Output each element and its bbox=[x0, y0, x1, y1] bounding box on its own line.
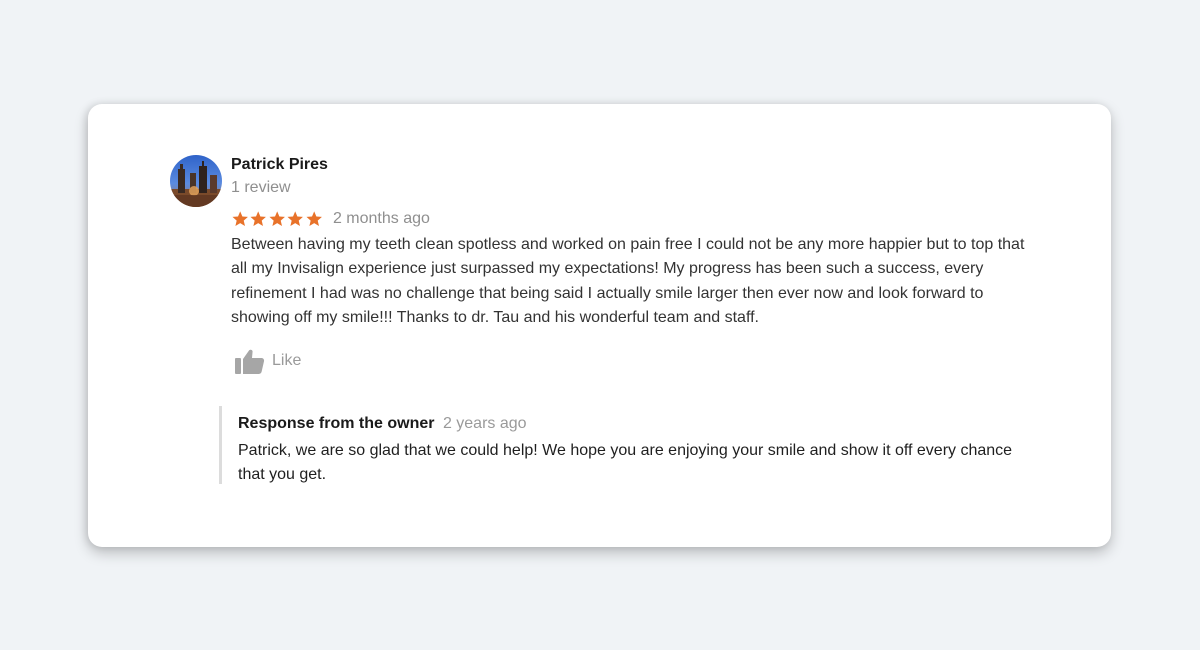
owner-response-text: Patrick, we are so glad that we could he… bbox=[238, 442, 1013, 483]
like-label: Like bbox=[272, 352, 302, 369]
avatar-photo bbox=[170, 155, 222, 207]
owner-response-timestamp: 2 years ago bbox=[442, 415, 527, 432]
review-count: 1 review bbox=[231, 179, 291, 196]
owner-response-title: Response from the owner bbox=[238, 415, 435, 432]
review-card: Patrick Pires 1 review 2 months ago Betw… bbox=[88, 104, 1111, 547]
star-icon bbox=[269, 211, 285, 227]
like-button[interactable]: Like bbox=[234, 346, 301, 376]
star-icon bbox=[232, 211, 248, 227]
reviewer-avatar[interactable] bbox=[170, 155, 222, 207]
rating-row: 2 months ago bbox=[231, 208, 430, 230]
owner-response: Response from the owner 2 years ago Patr… bbox=[219, 406, 1052, 484]
reviewer-name[interactable]: Patrick Pires bbox=[231, 156, 328, 174]
star-icon bbox=[306, 211, 322, 227]
star-icon bbox=[250, 211, 267, 227]
review-text: Between having my teeth clean spotless a… bbox=[231, 236, 1025, 326]
star-rating bbox=[231, 210, 323, 228]
review-timestamp: 2 months ago bbox=[332, 210, 430, 227]
star-icon bbox=[287, 211, 304, 227]
thumbs-up-icon bbox=[235, 349, 265, 374]
owner-response-header: Response from the owner 2 years ago bbox=[238, 415, 527, 433]
